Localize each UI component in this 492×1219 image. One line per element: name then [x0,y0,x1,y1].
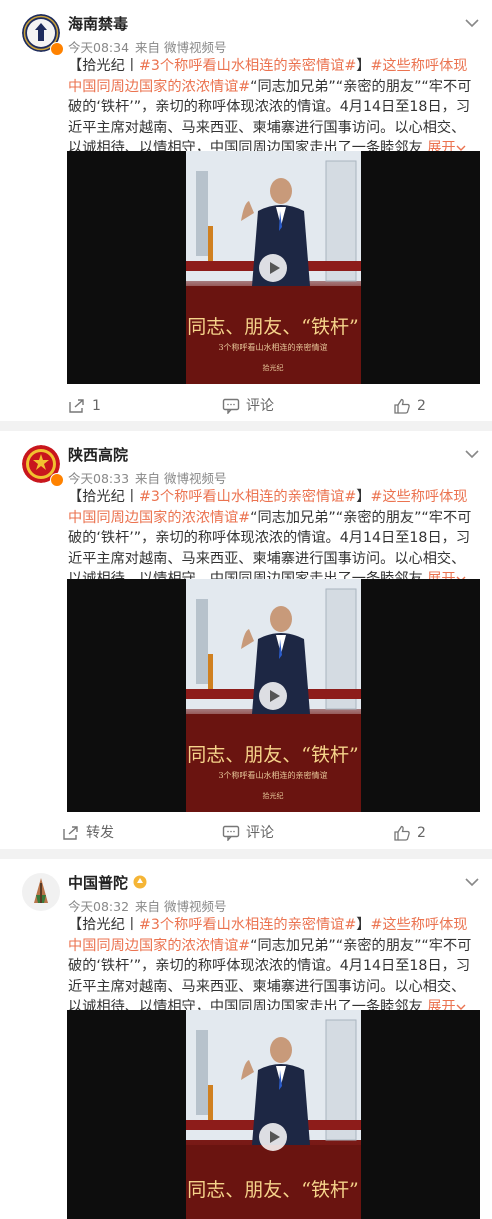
hashtag-link[interactable]: #3个称呼看山水相连的亲密情谊# [139,489,356,505]
video-player[interactable]: 同志、朋友、“铁杆” 3个称呼看山水相连的亲密情谊 拾光纪 [67,579,480,812]
comment-label: 评论 [246,398,274,414]
text-bracket: 【 [68,917,83,933]
chevron-down-icon[interactable] [464,873,480,887]
verified-badge-icon [50,42,64,56]
author-name[interactable]: 中国普陀 [68,872,128,893]
video-thumbnail: 同志、朋友、“铁杆” [186,1010,361,1219]
text-series: 拾光纪 [82,917,125,933]
hashtag-link[interactable]: #3个称呼看山水相连的亲密情谊# [139,917,356,933]
play-icon[interactable] [259,254,287,282]
like-button[interactable]: 2 [393,394,426,418]
comment-icon [222,398,240,415]
text-bracket: 【 [68,489,83,505]
video-player[interactable]: 同志、朋友、“铁杆” [67,1010,480,1219]
comment-icon [222,825,240,842]
like-button[interactable]: 2 [393,821,426,845]
post-time: 今天08:34 [68,40,130,55]
verified-badge-icon [50,473,64,487]
post-text: 【拾光纪丨#3个称呼看山水相连的亲密情谊#】#这些称呼体现中国同周边国家的浓浓情… [68,487,476,590]
source-prefix: 来自 [135,899,161,914]
repost-label: 转发 [86,825,114,841]
author-name[interactable]: 海南禁毒 [68,13,128,34]
like-count: 2 [417,398,426,414]
hashtag-link[interactable]: #3个称呼看山水相连的亲密情谊# [139,58,356,74]
comment-button[interactable]: 评论 [222,394,274,418]
thumbs-up-icon [394,825,410,841]
video-subcaption: 3个称呼看山水相连的亲密情谊 [218,342,327,352]
play-icon[interactable] [259,1123,287,1151]
post-time: 今天08:33 [68,471,130,486]
action-bar: 1 评论 2 [0,394,492,418]
repost-button[interactable]: 转发 [62,821,114,845]
source-prefix: 来自 [135,40,161,55]
feed-post: 中国普陀 今天08:32 来自 微博视频号 【拾光纪丨#3个称呼看山水相连的亲密情… [0,859,492,1219]
post-text: 【拾光纪丨#3个称呼看山水相连的亲密情谊#】#这些称呼体现中国同周边国家的浓浓情… [68,56,476,159]
text-separator: 丨 [124,917,139,933]
text-separator: 丨 [124,58,139,74]
text-bracket: 】 [356,58,371,74]
post-time: 今天08:32 [68,899,130,914]
post-meta: 今天08:33 来自 微博视频号 [68,468,227,487]
post-meta: 今天08:32 来自 微博视频号 [68,896,227,915]
feed-post: 陕西高院 今天08:33 来自 微博视频号 【拾光纪丨#3个称呼看山水相连的亲密情… [0,431,492,849]
video-brand: 拾光纪 [263,363,284,372]
action-bar: 转发 评论 2 [0,821,492,845]
share-icon [63,826,78,840]
comment-label: 评论 [246,825,274,841]
text-series: 拾光纪 [82,58,125,74]
video-subcaption: 3个称呼看山水相连的亲密情谊 [218,770,327,780]
share-icon [69,399,84,413]
text-bracket: 】 [356,489,371,505]
repost-count: 1 [92,398,101,414]
golden-badge-icon [133,874,147,889]
comment-button[interactable]: 评论 [222,821,274,845]
thumbs-up-icon [394,398,410,414]
like-count: 2 [417,825,426,841]
feed-post: 海南禁毒 今天08:34 来自 微博视频号 【拾光纪丨#3个称呼看山水相连的亲密情… [0,0,492,421]
video-player[interactable]: 同志、朋友、“铁杆” 3个称呼看山水相连的亲密情谊 拾光纪 [67,151,480,384]
video-caption: 同志、朋友、“铁杆” [187,316,358,338]
text-bracket: 【 [68,58,83,74]
chevron-down-icon[interactable] [464,14,480,28]
text-separator: 丨 [124,489,139,505]
avatar[interactable] [22,873,60,911]
chevron-down-icon[interactable] [464,445,480,459]
video-caption: 同志、朋友、“铁杆” [187,744,358,766]
repost-button[interactable]: 1 [68,394,101,418]
post-meta: 今天08:34 来自 微博视频号 [68,37,227,56]
post-source[interactable]: 微博视频号 [164,471,227,486]
post-source[interactable]: 微博视频号 [164,40,227,55]
weibo-feed: 海南禁毒 今天08:34 来自 微博视频号 【拾光纪丨#3个称呼看山水相连的亲密情… [0,0,492,1219]
post-text: 【拾光纪丨#3个称呼看山水相连的亲密情谊#】#这些称呼体现中国同周边国家的浓浓情… [68,915,476,1018]
video-caption: 同志、朋友、“铁杆” [187,1179,358,1201]
text-series: 拾光纪 [82,489,125,505]
source-prefix: 来自 [135,471,161,486]
post-source[interactable]: 微博视频号 [164,899,227,914]
author-name[interactable]: 陕西高院 [68,444,128,465]
video-brand: 拾光纪 [263,791,284,800]
play-icon[interactable] [259,682,287,710]
text-bracket: 】 [356,917,371,933]
